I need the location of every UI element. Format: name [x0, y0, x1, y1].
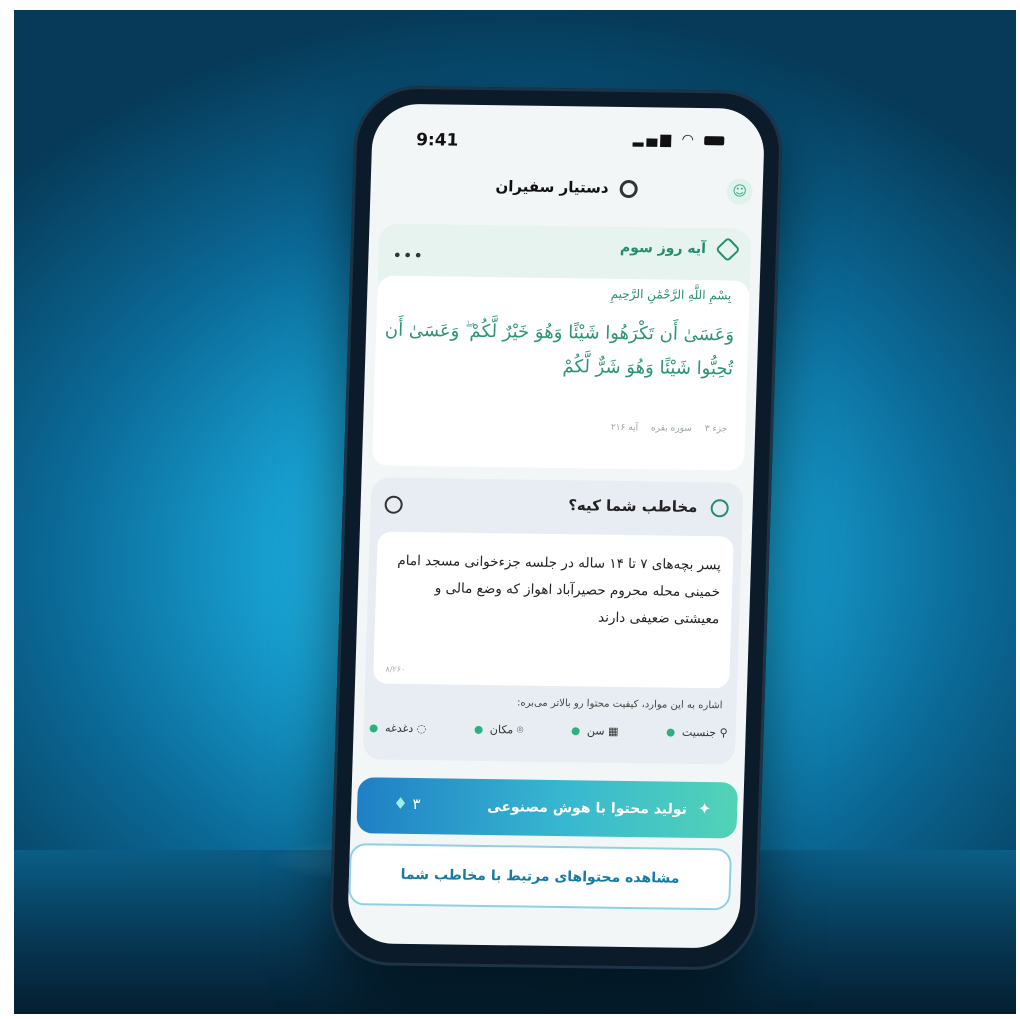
chip-concern-label: دغدغه [384, 721, 414, 735]
chip-gender-label: جنسیت [681, 725, 717, 740]
audience-hint: اشاره به این موارد، کیفیت محتوا رو بالات… [516, 697, 723, 712]
attribute-chips: ⚲ جنسیت ▦ سن ⌾ مکان ◌ دغدغه [369, 721, 728, 746]
phone-frame: 9:41 ▂▄▆ ◠ دستیار سفیران ☺ آیه روز سوم •… [328, 85, 784, 971]
battery-icon [704, 135, 725, 145]
bismillah-text: بِسْمِ اللَّهِ الرَّحْمَٰنِ الرَّحِيمِ [610, 286, 732, 303]
background-scene: 9:41 ▂▄▆ ◠ دستیار سفیران ☺ آیه روز سوم •… [14, 10, 1016, 1014]
check-icon [666, 728, 675, 737]
phone-screen: 9:41 ▂▄▆ ◠ دستیار سفیران ☺ آیه روز سوم •… [346, 103, 766, 949]
wifi-icon: ◠ [681, 131, 698, 148]
chip-location-label: مکان [489, 723, 514, 737]
profile-button[interactable]: ☺ [726, 178, 754, 205]
verse-text: وَعَسَىٰ أَن تَكْرَهُوا شَيْئًا وَهُوَ خ… [384, 319, 735, 380]
generate-cost-value: ۳ [412, 794, 421, 814]
person-icon: ⚲ [719, 726, 728, 740]
audience-icon [710, 498, 729, 517]
app-title: دستیار سفیران [495, 177, 609, 197]
chip-age[interactable]: ▦ سن [571, 724, 619, 745]
app-header: دستیار سفیران ☺ [370, 165, 764, 220]
generate-label: تولید محتوا با هوش مصنوعی [487, 799, 688, 818]
verse-juz: جزء ۳ [704, 424, 728, 435]
audience-description-text: پسر بچه‌های ۷ تا ۱۴ ساله در جلسه جزءخوان… [397, 552, 722, 628]
verse-ayah: آیه ۲۱۶ [610, 422, 639, 434]
sparkle-icon: ✦ [697, 798, 712, 819]
verse-card-title: آیه روز سوم [619, 239, 707, 258]
audience-description-field[interactable]: پسر بچه‌های ۷ تا ۱۴ ساله در جلسه جزءخوان… [373, 531, 734, 689]
verse-content: بِسْمِ اللَّهِ الرَّحْمَٰنِ الرَّحِيمِ و… [371, 275, 750, 471]
signal-icon: ▂▄▆ [632, 131, 675, 148]
logo-icon [619, 179, 639, 198]
status-time: 9:41 [415, 130, 459, 151]
verse-reference: جزء ۳ سوره بقره آیه ۲۱۶ [601, 423, 728, 435]
audience-card-header: مخاطب شما کیه؟ [568, 496, 729, 517]
status-icons: ▂▄▆ ◠ [633, 131, 725, 148]
char-counter: ۸/۲۶۰ [385, 664, 406, 674]
verse-surah: سوره بقره [650, 423, 692, 434]
app-title-wrap: دستیار سفیران [370, 175, 763, 199]
history-icon[interactable] [384, 495, 403, 514]
check-icon [369, 724, 378, 733]
gem-icon: ♦ [392, 793, 408, 813]
verse-icon [715, 236, 741, 263]
chip-concern[interactable]: ◌ دغدغه [369, 721, 427, 742]
calendar-icon: ▦ [607, 724, 619, 738]
status-bar: 9:41 ▂▄▆ ◠ [372, 103, 766, 158]
generate-label-wrap: ✦ تولید محتوا با هوش مصنوعی [487, 796, 712, 818]
chip-age-label: سن [586, 724, 605, 738]
check-icon [474, 725, 483, 734]
generate-content-button[interactable]: ✦ تولید محتوا با هوش مصنوعی ♦ ۳ [356, 777, 739, 839]
verse-card: آیه روز سوم ••• بِسْمِ اللَّهِ الرَّحْمَ… [371, 223, 752, 471]
location-icon: ⌾ [516, 723, 524, 737]
audience-card-title: مخاطب شما کیه؟ [567, 496, 698, 516]
generate-cost: ♦ ۳ [387, 794, 421, 813]
verse-card-header: آیه روز سوم [619, 236, 741, 263]
user-icon: ☺ [732, 183, 748, 200]
view-related-button[interactable]: مشاهده محتواهای مرتبط با مخاطب شما [348, 843, 733, 911]
chip-location[interactable]: ⌾ مکان [474, 723, 524, 744]
check-icon [571, 727, 580, 736]
audience-card: مخاطب شما کیه؟ پسر بچه‌های ۷ تا ۱۴ ساله … [362, 477, 744, 765]
chip-gender[interactable]: ⚲ جنسیت [666, 726, 728, 747]
chat-icon: ◌ [416, 722, 427, 736]
more-options-button[interactable]: ••• [392, 246, 424, 265]
